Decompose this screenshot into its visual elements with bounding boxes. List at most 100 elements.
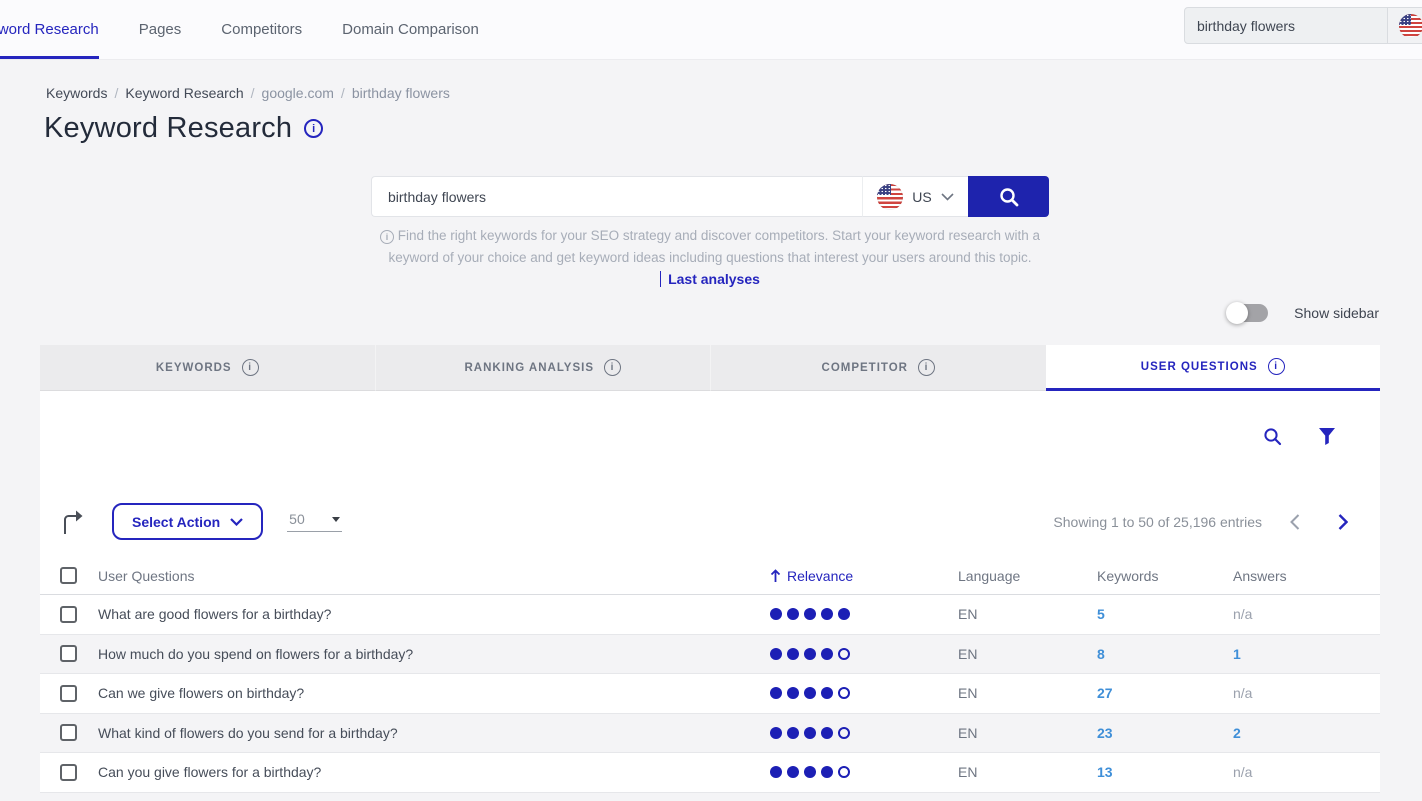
search-button[interactable] xyxy=(968,176,1049,217)
page-size-select[interactable]: 50 xyxy=(287,511,342,532)
answers-cell[interactable]: 2 xyxy=(1233,725,1380,741)
keywords-link[interactable]: 8 xyxy=(1097,646,1233,662)
filter-icon xyxy=(1318,427,1336,446)
prev-page-button[interactable] xyxy=(1290,514,1300,530)
language-cell: EN xyxy=(958,646,1097,662)
keywords-link[interactable]: 23 xyxy=(1097,725,1233,741)
dot-filled-icon xyxy=(787,608,799,620)
tab-user-questions[interactable]: USER QUESTIONS i xyxy=(1046,345,1381,391)
nav-item-keyword-research[interactable]: Keyword Research xyxy=(0,0,99,59)
next-page-button[interactable] xyxy=(1338,514,1348,530)
dot-filled-icon xyxy=(787,727,799,739)
breadcrumb-separator: / xyxy=(114,85,118,101)
keyword-search-bar: US xyxy=(371,176,1049,217)
breadcrumb-item-keyword: birthday flowers xyxy=(352,85,450,101)
breadcrumb-item-keywords[interactable]: Keywords xyxy=(46,85,107,101)
question-text: What are good flowers for a birthday? xyxy=(98,606,770,622)
top-nav: Keyword Research Pages Competitors Domai… xyxy=(0,0,1422,60)
tab-keywords[interactable]: KEYWORDS i xyxy=(40,345,375,391)
dot-empty-icon xyxy=(838,766,850,778)
col-language[interactable]: Language xyxy=(958,568,1097,584)
row-checkbox[interactable] xyxy=(60,724,77,741)
search-description: i Find the right keywords for your SEO s… xyxy=(361,225,1059,269)
tab-info-icon[interactable]: i xyxy=(918,359,935,376)
relevance-dots xyxy=(770,687,958,699)
keywords-link[interactable]: 13 xyxy=(1097,764,1233,780)
row-checkbox[interactable] xyxy=(60,685,77,702)
breadcrumb-item-keyword-research[interactable]: Keyword Research xyxy=(125,85,243,101)
table-row: Can you give flowers for a birthday? EN … xyxy=(40,753,1380,793)
info-icon: i xyxy=(380,230,394,244)
tab-info-icon[interactable]: i xyxy=(604,359,621,376)
dot-filled-icon xyxy=(804,608,816,620)
tab-label: RANKING ANALYSIS xyxy=(464,362,594,374)
search-description-text: Find the right keywords for your SEO str… xyxy=(388,228,1040,265)
results-card: KEYWORDS i RANKING ANALYSIS i COMPETITOR… xyxy=(40,345,1380,800)
nav-item-pages[interactable]: Pages xyxy=(139,0,182,59)
row-checkbox[interactable] xyxy=(60,645,77,662)
dot-filled-icon xyxy=(804,766,816,778)
select-action-label: Select Action xyxy=(132,514,220,530)
col-relevance[interactable]: Relevance xyxy=(770,568,958,584)
table-row: Can we give flowers on birthday? EN 27 n… xyxy=(40,674,1380,714)
country-code: US xyxy=(912,189,931,205)
last-analyses-link[interactable]: Last analyses xyxy=(660,271,760,287)
filter-button[interactable] xyxy=(1318,427,1336,446)
dot-filled-icon xyxy=(770,608,782,620)
us-flag-icon xyxy=(877,184,903,210)
nav-country-selector[interactable] xyxy=(1387,8,1422,43)
table-row-partial xyxy=(40,793,1380,801)
sidebar-toggle[interactable] xyxy=(1228,304,1268,322)
table-search-button[interactable] xyxy=(1263,427,1282,446)
dot-empty-icon xyxy=(838,727,850,739)
breadcrumb-item-domain[interactable]: google.com xyxy=(262,85,334,101)
dot-filled-icon xyxy=(821,687,833,699)
dot-filled-icon xyxy=(770,766,782,778)
entries-count: Showing 1 to 50 of 25,196 entries xyxy=(1053,514,1262,530)
export-button[interactable] xyxy=(62,509,84,535)
nav-item-label: Competitors xyxy=(221,21,302,38)
relevance-dots xyxy=(770,648,958,660)
nav-item-label: Domain Comparison xyxy=(342,21,479,38)
nav-item-competitors[interactable]: Competitors xyxy=(221,0,302,59)
keywords-link[interactable]: 27 xyxy=(1097,685,1233,701)
col-keywords[interactable]: Keywords xyxy=(1097,568,1233,584)
select-all-checkbox[interactable] xyxy=(60,567,77,584)
nav-item-label: Pages xyxy=(139,21,182,38)
sidebar-toggle-label: Show sidebar xyxy=(1294,305,1379,321)
table-header-row: User Questions Relevance Language Keywor… xyxy=(40,557,1380,595)
dot-filled-icon xyxy=(770,687,782,699)
row-checkbox[interactable] xyxy=(60,764,77,781)
tab-info-icon[interactable]: i xyxy=(242,359,259,376)
language-cell: EN xyxy=(958,606,1097,622)
relevance-dots xyxy=(770,766,958,778)
breadcrumb: Keywords / Keyword Research / google.com… xyxy=(46,85,450,101)
tab-bar: KEYWORDS i RANKING ANALYSIS i COMPETITOR… xyxy=(40,345,1380,391)
nav-search-input[interactable] xyxy=(1185,18,1387,34)
tab-label: USER QUESTIONS xyxy=(1141,361,1258,373)
title-info-icon[interactable]: i xyxy=(304,119,323,138)
chevron-left-icon xyxy=(1290,514,1300,530)
table-row: What are good flowers for a birthday? EN… xyxy=(40,595,1380,635)
select-action-button[interactable]: Select Action xyxy=(112,503,263,540)
tab-ranking-analysis[interactable]: RANKING ANALYSIS i xyxy=(375,345,711,391)
question-text: Can we give flowers on birthday? xyxy=(98,685,770,701)
country-selector[interactable]: US xyxy=(862,176,968,217)
answers-cell[interactable]: 1 xyxy=(1233,646,1380,662)
dot-filled-icon xyxy=(821,766,833,778)
row-checkbox[interactable] xyxy=(60,606,77,623)
keywords-link[interactable]: 5 xyxy=(1097,606,1233,622)
answers-cell: n/a xyxy=(1233,606,1380,622)
col-label: Relevance xyxy=(787,568,853,584)
chevron-down-icon xyxy=(941,193,954,201)
nav-item-domain-comparison[interactable]: Domain Comparison xyxy=(342,0,479,59)
dot-filled-icon xyxy=(770,648,782,660)
col-user-questions[interactable]: User Questions xyxy=(98,568,770,584)
tab-info-icon[interactable]: i xyxy=(1268,358,1285,375)
keyword-search-input[interactable] xyxy=(371,176,862,217)
tab-competitor[interactable]: COMPETITOR i xyxy=(710,345,1046,391)
col-answers[interactable]: Answers xyxy=(1233,568,1380,584)
dropdown-arrow-icon xyxy=(332,517,340,522)
dot-filled-icon xyxy=(804,727,816,739)
search-icon xyxy=(1263,427,1282,446)
